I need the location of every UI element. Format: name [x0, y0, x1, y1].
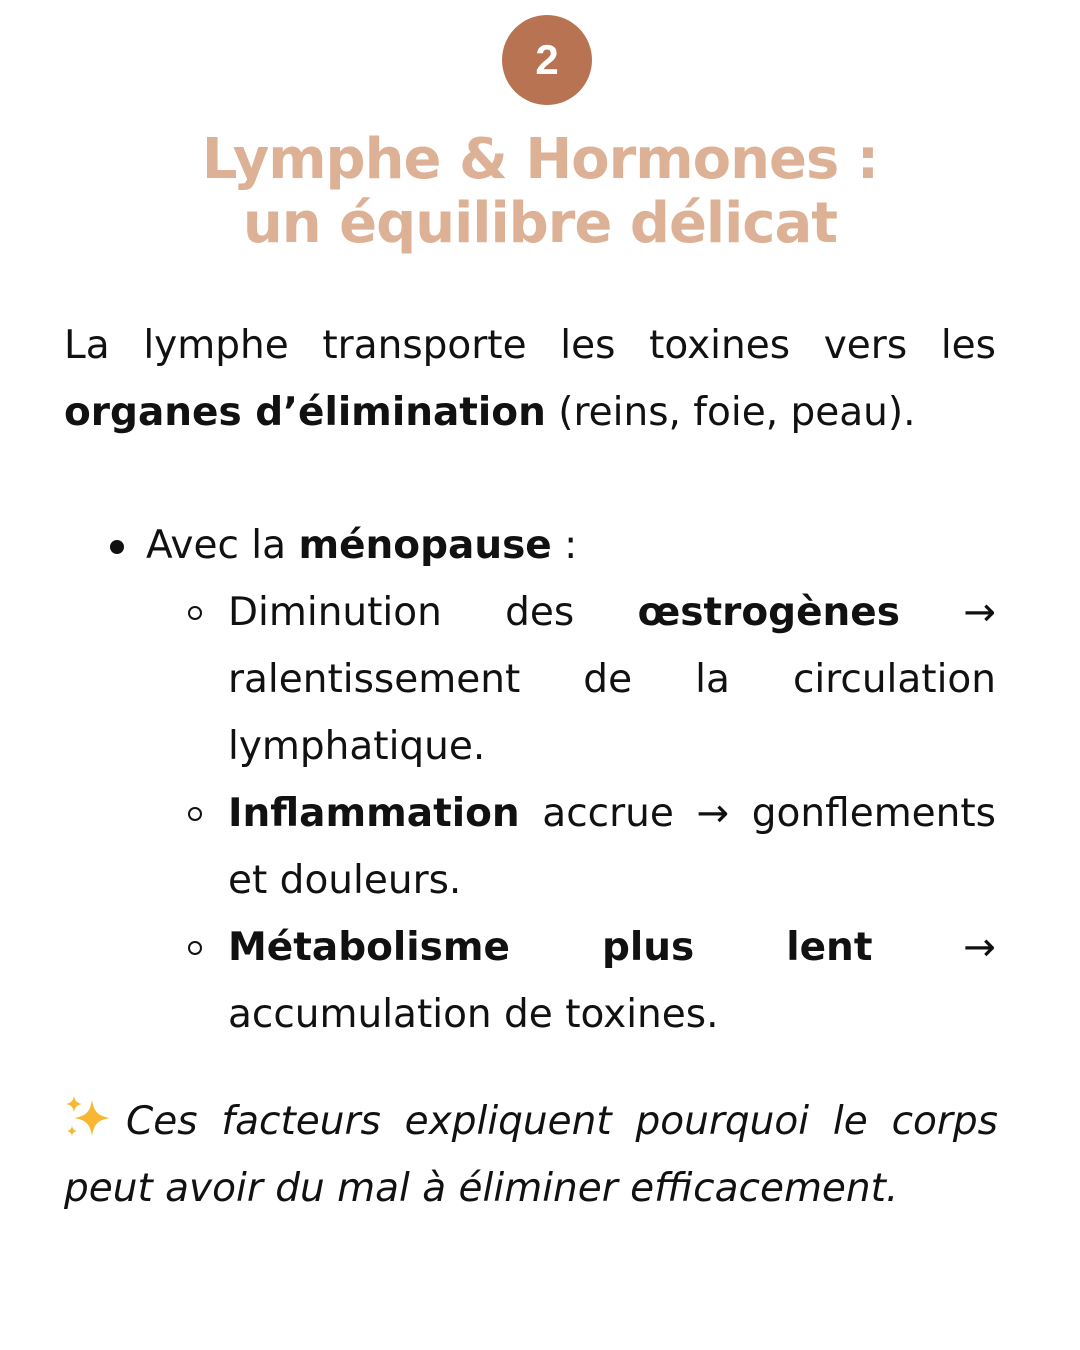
bullet-suffix: : [551, 523, 578, 568]
subitem-bold: œstrogènes [637, 590, 900, 635]
step-number: 2 [535, 36, 559, 83]
intro-text-after: (reins, foie, peau). [545, 390, 916, 435]
subitem-metabolisme: Métabolisme plus lent → accumulation de … [64, 914, 996, 1048]
arrow-right-icon: → [963, 590, 996, 635]
subitem-rest: accumulation de toxines. [228, 992, 719, 1037]
intro-paragraph: La lymphe transporte les toxines vers le… [64, 312, 996, 446]
subitem-rest: ralentissement de la circulation lymphat… [228, 657, 996, 769]
step-number-badge: 2 [502, 15, 592, 105]
subitem-mid: accrue [519, 791, 697, 836]
bullet-list: Avec la ménopause : Diminution des œstro… [64, 512, 996, 1048]
closing-paragraph: Ces facteurs expliquent pourquoi le corp… [64, 1088, 998, 1222]
circle-bullet-icon [188, 941, 202, 955]
bullet-dot-icon [110, 540, 124, 554]
bullet-prefix: Avec la [146, 523, 299, 568]
subitem-bold: Inflammation [228, 791, 520, 836]
title-line-2: un équilibre délicat [242, 191, 838, 256]
title-line-1: Lymphe & Hormones : [201, 127, 879, 192]
subitem-bold: Métabolisme plus lent [228, 925, 873, 970]
page-title: Lymphe & Hormones : un équilibre délicat [0, 128, 1080, 256]
subitem-oestrogenes: Diminution des œstrogènes → ralentisseme… [64, 579, 996, 780]
circle-bullet-icon [188, 807, 202, 821]
closing-text: Ces facteurs expliquent pourquoi le corp… [64, 1099, 998, 1211]
intro-text-before: La lymphe transporte les toxines vers le… [64, 323, 996, 368]
bullet-item-menopause: Avec la ménopause : [64, 512, 996, 579]
sparkles-icon [66, 1096, 110, 1136]
subitem-pre: Diminution des [228, 590, 638, 635]
arrow-right-icon: → [696, 791, 730, 836]
bullet-bold: ménopause [298, 523, 552, 568]
arrow-right-icon: → [963, 925, 996, 970]
intro-bold: organes d’élimination [64, 390, 546, 435]
circle-bullet-icon [188, 606, 202, 620]
subitem-inflammation: Inflammation accrue → gonflements et dou… [64, 780, 996, 914]
